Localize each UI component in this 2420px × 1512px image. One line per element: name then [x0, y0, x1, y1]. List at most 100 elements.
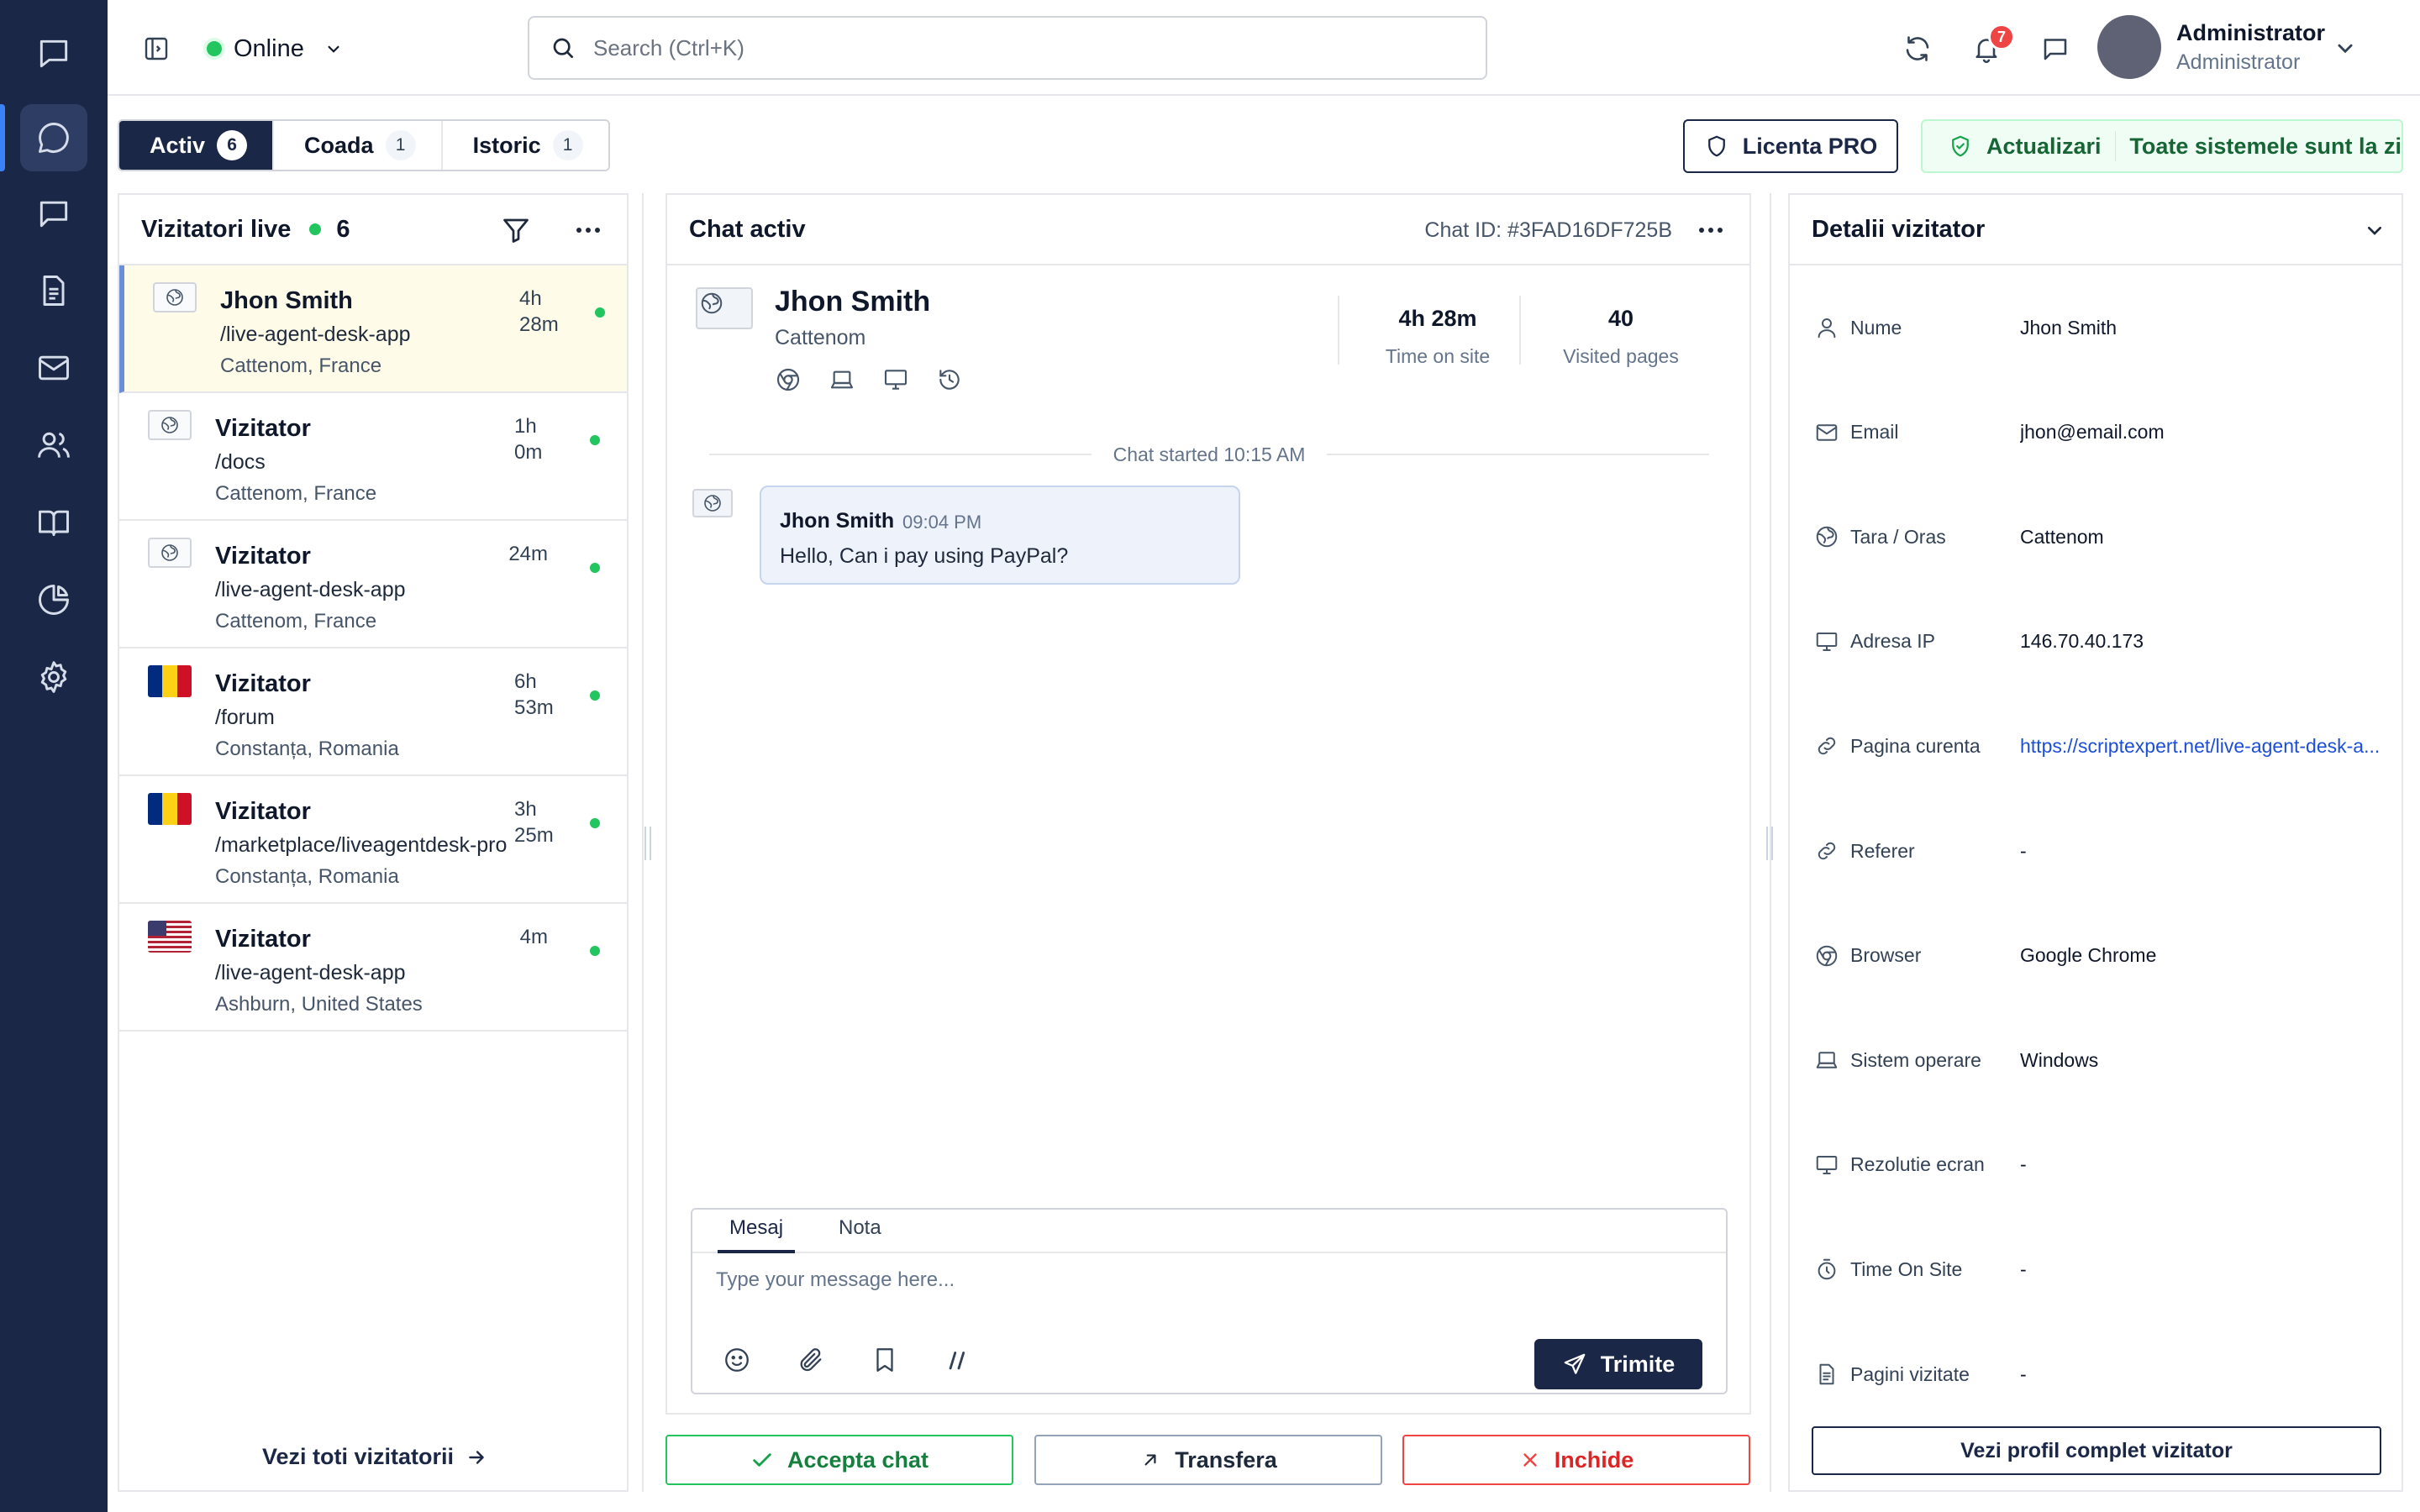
attachment-icon[interactable]	[797, 1346, 825, 1374]
tab-label: Istoric	[472, 132, 541, 158]
detail-label: Tara / Oras	[1850, 525, 1946, 548]
message-text: Hello, Can i pay using PayPal?	[780, 544, 1069, 568]
visitor-page-path: /live-agent-desk-app	[215, 961, 406, 984]
see-all-visitors-link[interactable]: Vezi toti vizitatorii	[262, 1444, 487, 1470]
rail-users-icon[interactable]	[20, 412, 87, 479]
divider	[2114, 131, 2117, 161]
avatar[interactable]	[2097, 15, 2161, 79]
tab-label: Coada	[304, 132, 374, 158]
shield-icon	[1704, 134, 1729, 159]
shield-check-icon	[1948, 134, 1973, 159]
visitors-count: 6	[336, 215, 350, 243]
history-icon[interactable]	[936, 366, 963, 393]
send-button[interactable]: Trimite	[1534, 1339, 1702, 1389]
collapse-chevron-icon[interactable]	[2361, 217, 2388, 244]
search-input[interactable]	[593, 34, 1434, 61]
tab-activ[interactable]: Activ 6	[119, 121, 275, 170]
rail-knowledge-base-icon[interactable]	[20, 489, 87, 556]
visitor-device-icons	[775, 366, 963, 393]
visitor-list-item[interactable]: Vizitator/live-agent-desk-app Cattenom, F…	[119, 521, 627, 648]
visitor-page-path: /live-agent-desk-app	[220, 323, 411, 346]
visitor-time: 24m	[508, 543, 548, 565]
detail-row: Pagini vizitate -	[1812, 1357, 2383, 1391]
license-pro-button[interactable]: Licenta PRO	[1683, 119, 1898, 173]
online-status-dot	[590, 563, 600, 573]
online-status-dot	[590, 946, 600, 956]
chat-more-options-icon[interactable]	[1699, 228, 1723, 233]
chat-title: Chat activ	[689, 215, 806, 243]
detail-value: jhon@email.com	[2020, 421, 2165, 444]
resize-handle[interactable]	[643, 827, 653, 860]
close-chat-button[interactable]: Inchide	[1402, 1435, 1750, 1485]
tab-note[interactable]: Nota	[827, 1216, 893, 1253]
resize-handle[interactable]	[1765, 827, 1775, 860]
detail-value[interactable]: https://scriptexpert.net/live-agent-desk…	[2020, 735, 2383, 758]
rail-messages-icon[interactable]	[20, 180, 87, 247]
canned-responses-icon[interactable]	[944, 1346, 973, 1374]
detail-row: Email jhon@email.com	[1812, 416, 2383, 449]
arrow-right-icon	[466, 1446, 487, 1468]
visitor-list-item[interactable]: Vizitator/live-agent-desk-app Ashburn, Un…	[119, 904, 627, 1032]
accept-chat-button[interactable]: Accepta chat	[666, 1435, 1013, 1485]
user-name[interactable]: Administrator	[2176, 20, 2325, 46]
monitor-icon	[1812, 627, 1842, 657]
tab-message[interactable]: Mesaj	[718, 1216, 796, 1253]
details-title: Detalii vizitator	[1812, 215, 1986, 243]
detail-row: Pagina curenta https://scriptexpert.net/l…	[1812, 729, 2383, 763]
message-input[interactable]	[716, 1268, 1691, 1302]
visitor-location: Constanța, Romania	[215, 738, 399, 760]
bookmark-icon[interactable]	[871, 1346, 899, 1374]
tab-istoric[interactable]: Istoric 1	[442, 121, 608, 170]
rail-reports-icon[interactable]	[20, 566, 87, 633]
visited-pages-label: Visited pages	[1563, 345, 1679, 367]
transfer-button[interactable]: Transfera	[1034, 1435, 1382, 1485]
visitor-name: Jhon Smith	[220, 287, 353, 314]
rail-documents-icon[interactable]	[20, 257, 87, 324]
chat-started-divider: Chat started 10:15 AM	[709, 444, 1710, 465]
refresh-icon[interactable]	[1901, 32, 1934, 66]
full-profile-button[interactable]: Vezi profil complet vizitator	[1812, 1426, 2381, 1475]
tab-count-badge: 1	[385, 130, 416, 160]
sidebar-toggle-icon[interactable]	[139, 32, 173, 66]
arrow-up-right-icon	[1139, 1449, 1161, 1471]
visitor-list-item[interactable]: Vizitator/marketplace/liveagentdesk-pro C…	[119, 776, 627, 904]
emoji-icon[interactable]	[723, 1346, 751, 1374]
search-icon	[550, 34, 576, 61]
close-icon	[1519, 1449, 1541, 1471]
status-selector[interactable]: Online	[207, 30, 345, 67]
visitor-page-path: /live-agent-desk-app	[215, 578, 406, 601]
chat-status-tabs: Activ 6 Coada 1 Istoric 1	[118, 119, 610, 171]
online-status-dot	[595, 307, 605, 318]
globe-icon	[148, 538, 192, 568]
rail-settings-icon[interactable]	[20, 643, 87, 711]
accept-label: Accepta chat	[786, 1446, 929, 1473]
chat-visitor-summary: Jhon Smith Cattenom 4h 28m Time on site …	[667, 265, 1749, 433]
chat-visitor-name: Jhon Smith	[775, 286, 931, 318]
filter-icon[interactable]	[501, 215, 531, 245]
online-status-dot	[590, 435, 600, 445]
visitor-location: Constanța, Romania	[215, 865, 399, 888]
notifications-bell-icon[interactable]: 7	[1970, 24, 2015, 66]
visitor-list-item[interactable]: Jhon Smith/live-agent-desk-app Cattenom, …	[119, 265, 627, 393]
rail-chat-icon[interactable]	[20, 20, 87, 87]
more-options-icon[interactable]	[576, 228, 600, 233]
time-on-site-value: 4h 28m	[1398, 306, 1477, 331]
globe-icon	[1812, 522, 1842, 552]
detail-value: -	[2020, 839, 2027, 862]
visitor-list-item[interactable]: Vizitator/docs Cattenom, France 1h 0m	[119, 393, 627, 521]
monitor-icon	[1812, 1150, 1842, 1180]
rail-mail-icon[interactable]	[20, 334, 87, 402]
messages-icon[interactable]	[2039, 32, 2072, 66]
tab-coada[interactable]: Coada 1	[274, 121, 443, 170]
send-icon	[1562, 1352, 1587, 1377]
live-dot	[309, 223, 322, 235]
updates-status-banner: Actualizari Toate sistemele sunt la zi	[1921, 119, 2403, 173]
visitor-time: 4m	[519, 926, 548, 948]
visitor-list-item[interactable]: Vizitator/forum Constanța, Romania 6h 53m	[119, 648, 627, 776]
visitors-title: Vizitatori live	[141, 215, 292, 243]
search-bar[interactable]	[528, 16, 1487, 80]
detail-label: Browser	[1850, 944, 1922, 967]
message-time: 09:04 PM	[902, 512, 982, 533]
user-menu-chevron-icon[interactable]	[2331, 34, 2360, 62]
rail-conversations-icon[interactable]	[0, 104, 87, 171]
